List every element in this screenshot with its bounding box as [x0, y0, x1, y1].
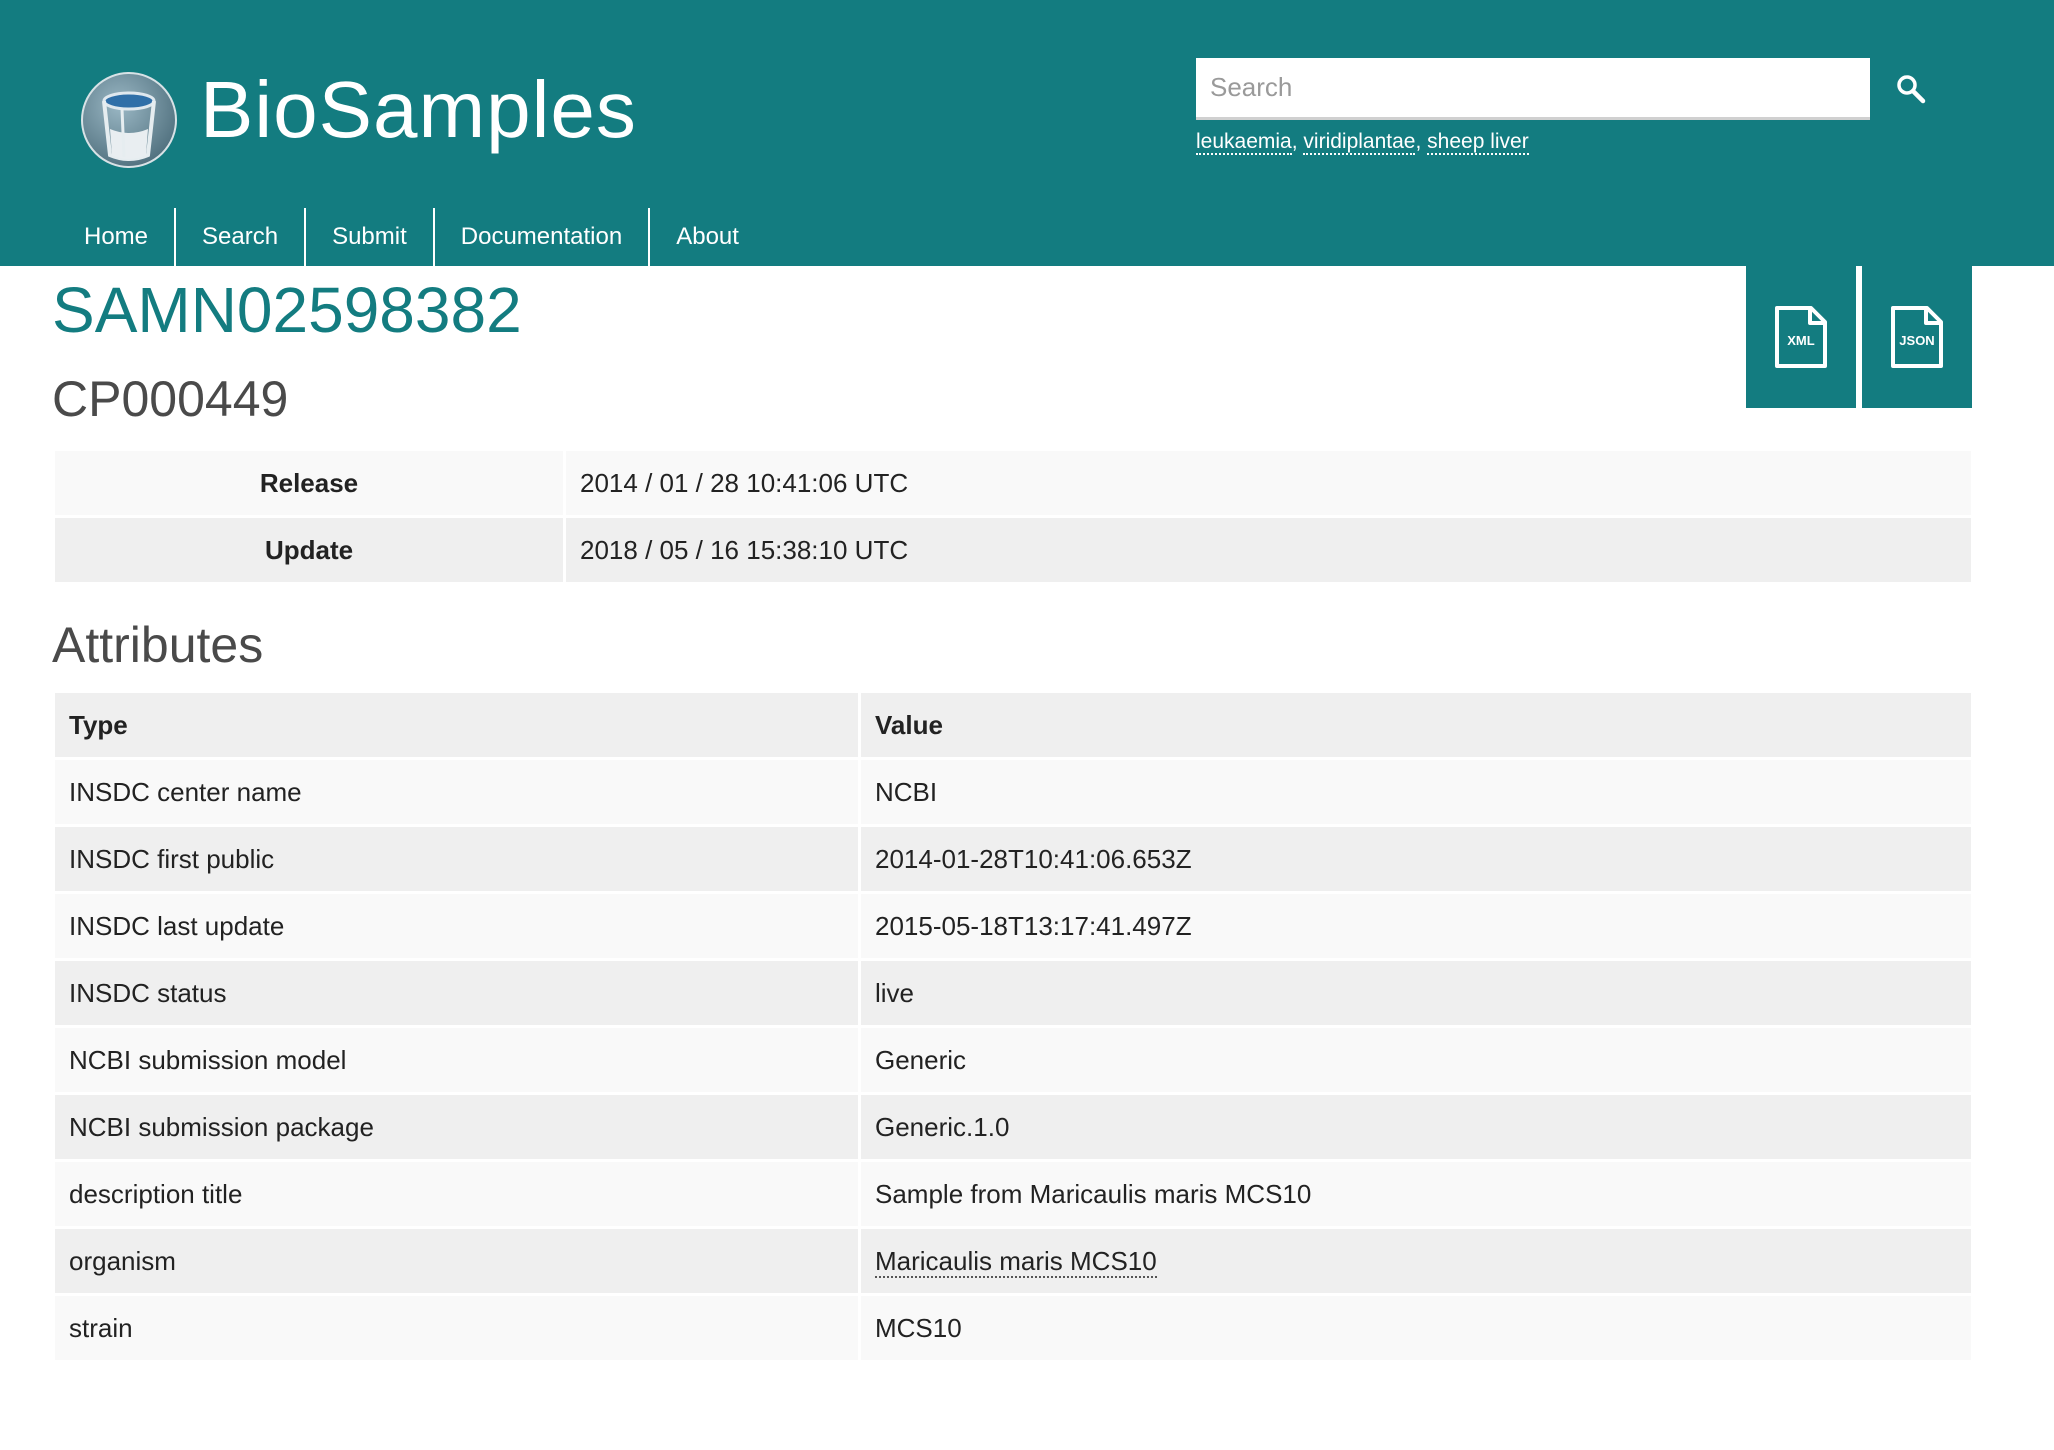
attribute-type: INSDC first public: [55, 827, 858, 891]
column-header-type: Type: [55, 693, 858, 757]
site-header: BioSamples leukaemia, viridiplantae, she…: [0, 0, 2054, 266]
site-title[interactable]: BioSamples: [200, 60, 637, 160]
attributes-table: Type Value INSDC center name NCBI INSDC …: [52, 690, 1974, 1363]
json-icon-label: JSON: [1899, 333, 1934, 348]
attribute-value: NCBI: [861, 760, 1971, 824]
attribute-value: Generic.1.0: [861, 1095, 1971, 1159]
example-separator: ,: [1291, 130, 1304, 153]
search-input[interactable]: [1196, 58, 1870, 120]
table-row: organism Maricaulis maris MCS10: [55, 1229, 1971, 1293]
nav-submit[interactable]: Submit: [306, 208, 435, 266]
main-nav: Home Search Submit Documentation About: [58, 208, 765, 266]
nav-search[interactable]: Search: [176, 208, 307, 266]
attribute-value: MCS10: [861, 1296, 1971, 1360]
json-file-icon: JSON: [1891, 306, 1943, 368]
table-row: NCBI submission model Generic: [55, 1028, 1971, 1092]
nav-about[interactable]: About: [650, 208, 765, 266]
attribute-type: INSDC center name: [55, 760, 858, 824]
table-row: INSDC last update 2015-05-18T13:17:41.49…: [55, 894, 1971, 958]
attribute-type: NCBI submission package: [55, 1095, 858, 1159]
attributes-heading: Attributes: [52, 617, 264, 673]
download-json-button[interactable]: JSON: [1862, 266, 1972, 408]
example-separator: ,: [1415, 130, 1428, 153]
example-link-leukaemia[interactable]: leukaemia: [1196, 130, 1292, 155]
nav-documentation[interactable]: Documentation: [435, 208, 651, 266]
example-link-sheep-liver[interactable]: sheep liver: [1427, 130, 1529, 155]
update-label: Update: [55, 518, 563, 582]
table-row: strain MCS10: [55, 1296, 1971, 1360]
attribute-type: organism: [55, 1229, 858, 1293]
attribute-type: NCBI submission model: [55, 1028, 858, 1092]
attribute-type: description title: [55, 1162, 858, 1226]
search-button[interactable]: [1886, 62, 1936, 116]
attribute-value: live: [861, 961, 1971, 1025]
biosamples-logo[interactable]: [80, 71, 178, 169]
xml-icon-label: XML: [1787, 333, 1815, 348]
sample-accession: SAMN02598382: [52, 274, 522, 346]
table-row: description title Sample from Maricaulis…: [55, 1162, 1971, 1226]
search-icon: [1897, 75, 1926, 104]
example-link-viridiplantae[interactable]: viridiplantae: [1303, 130, 1416, 155]
attribute-type: INSDC status: [55, 961, 858, 1025]
attribute-value: 2014-01-28T10:41:06.653Z: [861, 827, 1971, 891]
update-row: Update 2018 / 05 / 16 15:38:10 UTC: [55, 518, 1971, 582]
column-header-value: Value: [861, 693, 1971, 757]
download-xml-button[interactable]: XML: [1746, 266, 1856, 408]
release-label: Release: [55, 451, 563, 515]
xml-file-icon: XML: [1775, 306, 1827, 368]
search-examples: leukaemia, viridiplantae, sheep liver: [1196, 130, 1529, 155]
organism-ontology-link[interactable]: Maricaulis maris MCS10: [875, 1245, 1157, 1278]
attribute-type: INSDC last update: [55, 894, 858, 958]
sample-name: CP000449: [52, 371, 289, 427]
attribute-value: Sample from Maricaulis maris MCS10: [861, 1162, 1971, 1226]
table-row: INSDC status live: [55, 961, 1971, 1025]
attribute-type: strain: [55, 1296, 858, 1360]
attributes-header-row: Type Value: [55, 693, 1971, 757]
attribute-value: Generic: [861, 1028, 1971, 1092]
release-row: Release 2014 / 01 / 28 10:41:06 UTC: [55, 451, 1971, 515]
dates-table: Release 2014 / 01 / 28 10:41:06 UTC Upda…: [52, 448, 1974, 585]
nav-home[interactable]: Home: [58, 208, 177, 266]
attribute-value: Maricaulis maris MCS10: [861, 1229, 1971, 1293]
release-value: 2014 / 01 / 28 10:41:06 UTC: [566, 451, 1971, 515]
update-value: 2018 / 05 / 16 15:38:10 UTC: [566, 518, 1971, 582]
attribute-value: 2015-05-18T13:17:41.497Z: [861, 894, 1971, 958]
table-row: INSDC center name NCBI: [55, 760, 1971, 824]
table-row: INSDC first public 2014-01-28T10:41:06.6…: [55, 827, 1971, 891]
table-row: NCBI submission package Generic.1.0: [55, 1095, 1971, 1159]
